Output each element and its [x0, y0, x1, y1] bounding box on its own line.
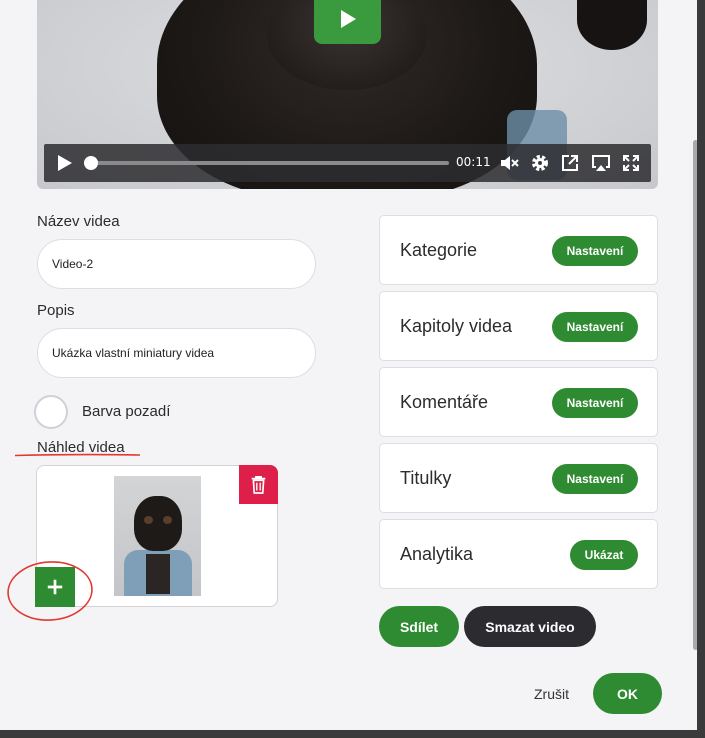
video-player[interactable]: 00:11 — [37, 0, 658, 189]
settings-card-comments: Komentáře Nastavení — [379, 367, 658, 437]
red-circle-annotation — [7, 561, 93, 621]
description-label: Popis — [37, 302, 75, 319]
settings-card-chapters: Kapitoly videa Nastavení — [379, 291, 658, 361]
settings-card-categories: Kategorie Nastavení — [379, 215, 658, 285]
background-color-label: Barva pozadí — [82, 403, 171, 420]
gear-icon — [532, 155, 548, 171]
categories-settings-button[interactable]: Nastavení — [552, 236, 638, 266]
title-label: Název videa — [37, 213, 120, 230]
play-button[interactable] — [54, 153, 74, 173]
setting-label: Komentáře — [400, 392, 489, 412]
backdrop-edge — [0, 730, 705, 738]
airplay-button[interactable] — [591, 153, 611, 173]
settings-card-subtitles: Titulky Nastavení — [379, 443, 658, 513]
modal: 00:11 Název videa Video-2 Popis Ukázka v… — [0, 0, 705, 738]
play-icon — [58, 155, 72, 171]
chapters-settings-button[interactable]: Nastavení — [552, 312, 638, 342]
progress-bar[interactable] — [84, 156, 449, 170]
ok-button[interactable]: OK — [593, 673, 662, 714]
big-play-button[interactable] — [314, 0, 381, 44]
player-controls: 00:11 — [44, 144, 651, 182]
settings-button[interactable] — [530, 153, 550, 173]
setting-label: Kapitoly videa — [400, 316, 513, 336]
title-input[interactable] — [37, 239, 316, 289]
external-link-icon — [562, 155, 578, 171]
share-button[interactable]: Sdílet — [379, 606, 459, 647]
setting-label: Analytika — [400, 544, 474, 564]
background-color-picker[interactable] — [34, 395, 68, 429]
setting-label: Kategorie — [400, 240, 478, 260]
trash-icon — [251, 476, 266, 494]
play-icon — [340, 10, 356, 28]
backdrop-edge — [697, 0, 705, 738]
red-underline-annotation — [14, 453, 141, 457]
delete-video-button[interactable]: Smazat video — [464, 606, 596, 647]
open-external-button[interactable] — [560, 153, 580, 173]
muted-speaker-icon — [501, 156, 519, 170]
setting-label: Titulky — [400, 468, 452, 488]
comments-settings-button[interactable]: Nastavení — [552, 388, 638, 418]
analytics-show-button[interactable]: Ukázat — [570, 540, 638, 570]
fullscreen-icon — [623, 155, 639, 171]
fullscreen-button[interactable] — [621, 153, 641, 173]
mute-button[interactable] — [500, 153, 520, 173]
time-display: 00:11 — [456, 155, 491, 169]
delete-thumbnail-button[interactable] — [239, 465, 278, 504]
subtitles-settings-button[interactable]: Nastavení — [552, 464, 638, 494]
airplay-icon — [592, 155, 610, 171]
description-input[interactable] — [37, 328, 316, 378]
thumbnail-image — [114, 476, 201, 596]
progress-handle[interactable] — [84, 156, 98, 170]
settings-card-analytics: Analytika Ukázat — [379, 519, 658, 589]
cancel-button[interactable]: Zrušit — [534, 686, 569, 702]
